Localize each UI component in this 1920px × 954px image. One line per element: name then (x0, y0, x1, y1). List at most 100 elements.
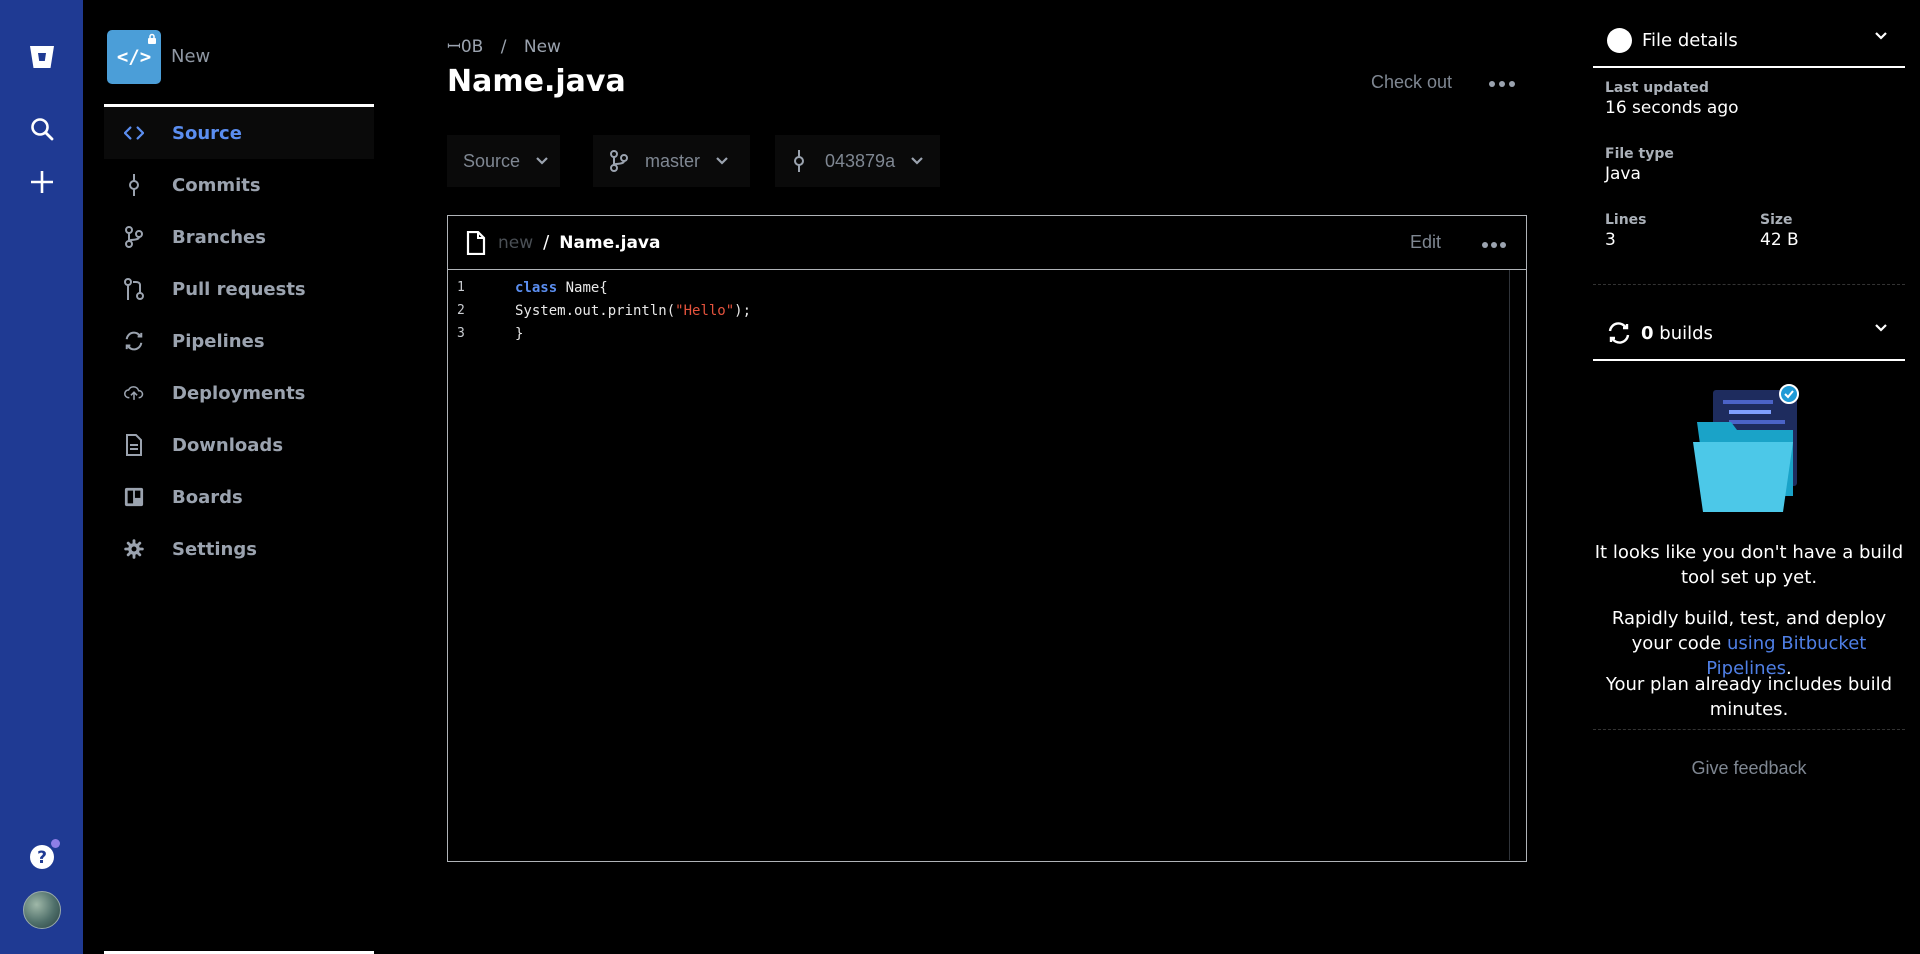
code-line: 2 System.out.println("Hello"); (448, 299, 1526, 322)
file-path-name: Name.java (559, 232, 661, 253)
divider (1593, 284, 1905, 285)
meta-label: Lines (1605, 212, 1647, 228)
chevron-down-icon (1875, 324, 1887, 332)
meta-label: Size (1760, 212, 1793, 228)
branch-icon (124, 226, 144, 248)
sidebar-item-label: Pull requests (172, 278, 306, 300)
edit-button[interactable]: Edit (1410, 232, 1441, 253)
sidebar-item-label: Pipelines (172, 330, 265, 352)
breadcrumb-separator: / (500, 37, 507, 57)
repo-avatar[interactable]: </> (107, 30, 161, 84)
cloud-upload-icon (124, 383, 144, 403)
sidebar-item-pull-requests[interactable]: Pull requests (104, 263, 374, 315)
repo-name[interactable]: New (171, 46, 210, 67)
builds-header[interactable]: 0 builds (1593, 307, 1905, 361)
code-text: System.out.println( (515, 302, 676, 319)
sidebar-item-label: Commits (172, 174, 261, 196)
pipelines-icon (124, 331, 144, 351)
meta-value: 16 seconds ago (1605, 98, 1739, 118)
chevron-down-icon (716, 157, 728, 165)
chevron-down-icon (1875, 32, 1887, 40)
code-string: "Hello" (675, 302, 735, 319)
commit-select-value: 043879a (825, 150, 896, 171)
more-actions-icon[interactable] (1488, 73, 1516, 92)
breadcrumb-repo[interactable]: New (524, 37, 561, 57)
code-icon: </> (116, 46, 152, 68)
more-actions-icon[interactable] (1481, 234, 1507, 253)
builds-message-2: Rapidly build, test, and deploy your cod… (1593, 606, 1905, 681)
breadcrumb: ꟷ0B / New (447, 34, 561, 57)
meta-lines: Lines 3 (1605, 212, 1647, 250)
meta-value: 42 B (1760, 230, 1799, 250)
repo-sidebar: </> New Source Commits Branches Pull req… (104, 0, 374, 954)
file-icon (466, 230, 486, 255)
sidebar-item-label: Branches (172, 226, 266, 248)
builds-label: builds (1659, 322, 1713, 344)
sidebar-item-pipelines[interactable]: Pipelines (104, 315, 374, 367)
commit-icon (124, 174, 144, 196)
gear-icon (124, 539, 144, 559)
create-plus-icon[interactable] (22, 162, 62, 202)
file-path-dir[interactable]: new (498, 233, 533, 253)
sidebar-item-label: Settings (172, 538, 257, 560)
sidebar-item-commits[interactable]: Commits (104, 159, 374, 211)
meta-file-type: File type Java (1605, 146, 1674, 184)
sidebar-item-label: Downloads (172, 434, 284, 456)
commit-icon (794, 150, 804, 172)
code-text: ); (734, 302, 752, 319)
line-number: 2 (457, 303, 465, 318)
bitbucket-logo-icon[interactable] (22, 37, 62, 77)
pipelines-icon (1608, 322, 1630, 344)
meta-value: Java (1605, 164, 1641, 184)
sidebar-item-boards[interactable]: Boards (104, 471, 374, 523)
file-details-panel: File details Last updated 16 seconds ago… (1593, 14, 1905, 778)
meta-label: File type (1605, 146, 1674, 162)
file-details-header[interactable]: File details (1593, 14, 1905, 68)
sidebar-item-branches[interactable]: Branches (104, 211, 374, 263)
check-out-button[interactable]: Check out (1371, 72, 1452, 93)
empty-builds-illustration (1689, 384, 1814, 518)
file-viewer: new / Name.java Edit 1 class Name{ 2 Sys… (447, 215, 1527, 862)
sidebar-item-downloads[interactable]: Downloads (104, 419, 374, 471)
chevron-down-icon (911, 157, 923, 165)
chevron-down-icon (536, 157, 548, 165)
scrollbar[interactable] (1509, 270, 1510, 860)
meta-label: Last updated (1605, 80, 1709, 96)
sidebar-item-label: Source (172, 122, 242, 144)
file-header: new / Name.java Edit (448, 216, 1526, 270)
sidebar-item-settings[interactable]: Settings (104, 523, 374, 575)
line-number: 1 (457, 280, 465, 295)
code-keyword: class (515, 279, 558, 296)
avatar[interactable] (23, 891, 61, 929)
line-number: 3 (457, 326, 465, 341)
breadcrumb-workspace[interactable]: ꟷ0B (447, 37, 483, 57)
branch-select[interactable]: master (593, 135, 750, 187)
code-line: 3 } (448, 322, 1526, 345)
board-icon (124, 487, 144, 507)
file-path-separator: / (543, 232, 550, 253)
commit-select[interactable]: 043879a (775, 135, 940, 187)
view-select-value: Source (463, 150, 521, 171)
code-line: 1 class Name{ (448, 276, 1526, 299)
notification-dot (51, 839, 60, 848)
code-view[interactable]: 1 class Name{ 2 System.out.println("Hell… (448, 270, 1526, 860)
sidebar-item-source[interactable]: Source (104, 107, 374, 159)
sidebar-item-label: Boards (172, 486, 243, 508)
meta-last-updated: Last updated 16 seconds ago (1605, 80, 1739, 118)
branch-select-value: master (645, 150, 701, 171)
view-select[interactable]: Source (447, 135, 560, 187)
builds-message-1: It looks like you don't have a build too… (1594, 542, 1904, 588)
info-icon (1607, 27, 1632, 53)
lock-icon (148, 33, 156, 44)
builds-message-3: Your plan already includes build minutes… (1605, 674, 1893, 720)
global-nav-rail: ? (0, 0, 83, 954)
code-text: Name{ (557, 279, 608, 296)
give-feedback-button[interactable]: Give feedback (1593, 758, 1905, 779)
search-icon[interactable] (22, 109, 62, 149)
branch-icon (610, 150, 628, 172)
meta-value: 3 (1605, 230, 1616, 250)
sidebar-item-deployments[interactable]: Deployments (104, 367, 374, 419)
svg-text:?: ? (37, 848, 47, 868)
document-icon (124, 434, 144, 456)
page-title: Name.java (447, 64, 626, 99)
